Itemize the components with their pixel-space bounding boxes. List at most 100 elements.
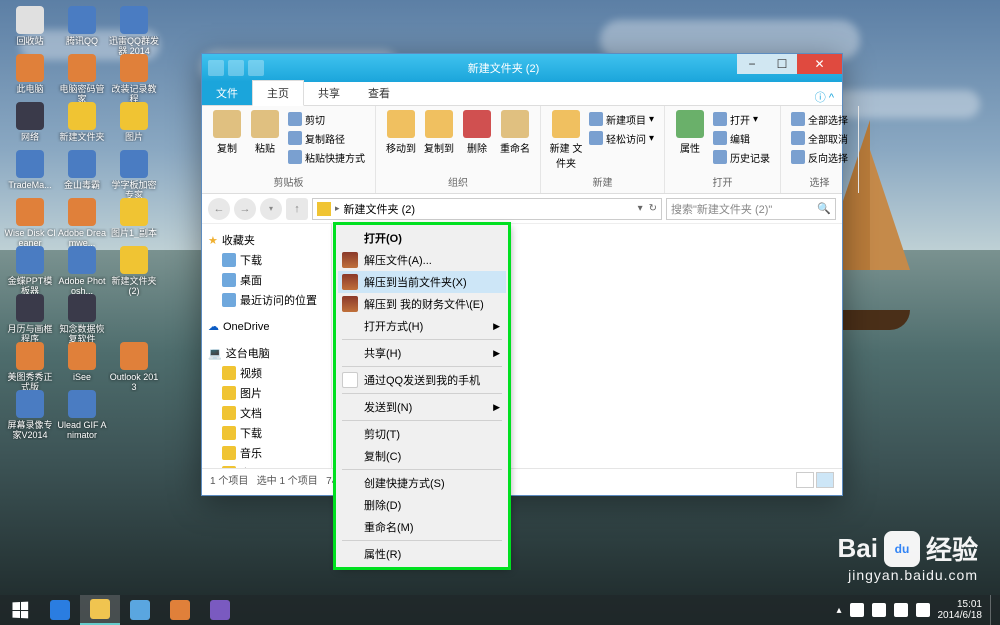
- invert-button[interactable]: 反向选择: [789, 148, 850, 166]
- search-input[interactable]: 搜索"新建文件夹 (2)" 🔍: [666, 198, 836, 220]
- open-button[interactable]: 打开 ▾: [711, 110, 772, 128]
- taskbar-app2[interactable]: [160, 595, 200, 625]
- ctx-copy[interactable]: 复制(C): [338, 445, 506, 467]
- nav-item[interactable]: 下载: [204, 250, 329, 270]
- easyaccess-button[interactable]: 轻松访问 ▾: [587, 129, 656, 147]
- desktop-icon[interactable]: iSee: [56, 340, 108, 388]
- start-button[interactable]: [0, 595, 40, 625]
- desktop-icon[interactable]: Adobe Photosh...: [56, 244, 108, 292]
- desktop-icon[interactable]: 知念数据恢复软件: [56, 292, 108, 340]
- desktop-icon[interactable]: Outlook 2013: [108, 340, 160, 388]
- ctx-qq-send[interactable]: 通过QQ发送到我的手机: [338, 369, 506, 391]
- ctx-openwith[interactable]: 打开方式(H)▶: [338, 315, 506, 337]
- paste-button[interactable]: 粘贴: [248, 110, 282, 155]
- nav-item[interactable]: 视频: [204, 363, 329, 383]
- clock[interactable]: 15:01 2014/6/18: [938, 599, 983, 621]
- desktop-icon[interactable]: 屏幕录像专家V2014: [4, 388, 56, 436]
- qat-folder-icon[interactable]: [208, 60, 224, 76]
- desktop-icon[interactable]: 金山毒霸: [56, 148, 108, 196]
- close-button[interactable]: ✕: [797, 54, 842, 74]
- desktop-icon[interactable]: 此电脑: [4, 52, 56, 100]
- ctx-open[interactable]: 打开(O): [338, 227, 506, 249]
- cut-button[interactable]: 剪切: [286, 110, 367, 128]
- desktop-icon[interactable]: [108, 388, 160, 436]
- forward-button[interactable]: →: [234, 198, 256, 220]
- desktop-icon[interactable]: TradeMa...: [4, 148, 56, 196]
- tab-home[interactable]: 主页: [252, 80, 304, 106]
- tray-shield-icon[interactable]: [850, 603, 864, 617]
- nav-favorites[interactable]: ★收藏夹: [204, 230, 329, 250]
- refresh-icon[interactable]: ↻: [649, 203, 657, 214]
- tray-volume-icon[interactable]: [916, 603, 930, 617]
- ctx-shortcut[interactable]: 创建快捷方式(S): [338, 472, 506, 494]
- minimize-button[interactable]: −: [737, 54, 767, 74]
- maximize-button[interactable]: ☐: [767, 54, 797, 74]
- delete-button[interactable]: 删除: [460, 110, 494, 155]
- copypath-button[interactable]: 复制路径: [286, 129, 367, 147]
- ctx-extract-to[interactable]: 解压到 我的财务文件\(E): [338, 293, 506, 315]
- ctx-extract-here[interactable]: 解压到当前文件夹(X): [338, 271, 506, 293]
- desktop-icon[interactable]: 新建文件夹: [56, 100, 108, 148]
- view-details-button[interactable]: [796, 472, 814, 488]
- ctx-sendto[interactable]: 发送到(N)▶: [338, 396, 506, 418]
- desktop-icon[interactable]: 迅雷QQ群发器 2014: [108, 4, 160, 52]
- nav-item[interactable]: 桌面: [204, 270, 329, 290]
- nav-thispc[interactable]: 💻这台电脑: [204, 343, 329, 363]
- nav-item[interactable]: 音乐: [204, 443, 329, 463]
- desktop-icon[interactable]: 腾讯QQ: [56, 4, 108, 52]
- addr-dropdown-icon[interactable]: ▾: [638, 203, 643, 214]
- desktop-icon[interactable]: 美图秀秀正式版: [4, 340, 56, 388]
- edit-button[interactable]: 编辑: [711, 129, 772, 147]
- desktop-icon[interactable]: Adobe Dreamwe...: [56, 196, 108, 244]
- qat-new-icon[interactable]: [248, 60, 264, 76]
- desktop-icon[interactable]: 回收站: [4, 4, 56, 52]
- ctx-cut[interactable]: 剪切(T): [338, 423, 506, 445]
- tab-view[interactable]: 查看: [354, 81, 404, 105]
- tab-file[interactable]: 文件: [202, 81, 252, 105]
- nav-item[interactable]: 文档: [204, 403, 329, 423]
- desktop-icon[interactable]: Ulead GIF Animator: [56, 388, 108, 436]
- pasteshortcut-button[interactable]: 粘贴快捷方式: [286, 148, 367, 166]
- view-icons-button[interactable]: [816, 472, 834, 488]
- up-button[interactable]: ↑: [286, 198, 308, 220]
- recent-dropdown-button[interactable]: ▾: [260, 198, 282, 220]
- nav-item[interactable]: 下载: [204, 423, 329, 443]
- history-button[interactable]: 历史记录: [711, 148, 772, 166]
- back-button[interactable]: ←: [208, 198, 230, 220]
- desktop-icon[interactable]: [108, 292, 160, 340]
- ctx-delete[interactable]: 删除(D): [338, 494, 506, 516]
- desktop-icon[interactable]: 月历与画框程序: [4, 292, 56, 340]
- titlebar[interactable]: 新建文件夹 (2) − ☐ ✕: [202, 54, 842, 82]
- taskbar-ie[interactable]: [40, 595, 80, 625]
- nav-item[interactable]: 图片: [204, 383, 329, 403]
- selectnone-button[interactable]: 全部取消: [789, 129, 850, 147]
- ctx-rename[interactable]: 重命名(M): [338, 516, 506, 538]
- nav-item[interactable]: 桌面: [204, 463, 329, 468]
- newitem-button[interactable]: 新建项目 ▾: [587, 110, 656, 128]
- tray-expand-icon[interactable]: ▴: [836, 605, 841, 616]
- desktop-icon[interactable]: 改装记录教程: [108, 52, 160, 100]
- desktop-icon[interactable]: 网络: [4, 100, 56, 148]
- properties-button[interactable]: 属性: [673, 110, 707, 155]
- rename-button[interactable]: 重命名: [498, 110, 532, 155]
- show-desktop-button[interactable]: [990, 595, 996, 625]
- desktop-icon[interactable]: 电脑密码管家: [56, 52, 108, 100]
- tray-network-icon[interactable]: [894, 603, 908, 617]
- desktop-icon[interactable]: 学字板加密专家: [108, 148, 160, 196]
- newfolder-button[interactable]: 新建 文件夹: [549, 110, 583, 170]
- moveto-button[interactable]: 移动到: [384, 110, 418, 155]
- desktop-icon[interactable]: 金蝶PPT模板器: [4, 244, 56, 292]
- tray-flag-icon[interactable]: [872, 603, 886, 617]
- desktop-icon[interactable]: 新建文件夹(2): [108, 244, 160, 292]
- selectall-button[interactable]: 全部选择: [789, 110, 850, 128]
- nav-onedrive[interactable]: ☁OneDrive: [204, 318, 329, 335]
- desktop-icon[interactable]: 图片1_副本: [108, 196, 160, 244]
- desktop-icon[interactable]: 图片: [108, 100, 160, 148]
- ctx-share[interactable]: 共享(H)▶: [338, 342, 506, 364]
- address-input[interactable]: ▸ 新建文件夹 (2) ▾ ↻: [312, 198, 662, 220]
- copyto-button[interactable]: 复制到: [422, 110, 456, 155]
- ctx-extract-files[interactable]: 解压文件(A)...: [338, 249, 506, 271]
- taskbar-app1[interactable]: [120, 595, 160, 625]
- taskbar-explorer[interactable]: [80, 595, 120, 625]
- nav-item[interactable]: 最近访问的位置: [204, 290, 329, 310]
